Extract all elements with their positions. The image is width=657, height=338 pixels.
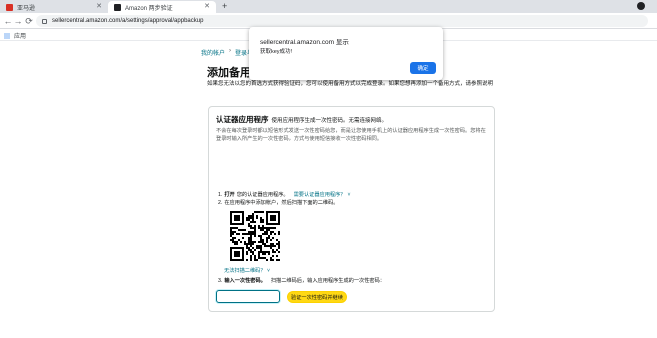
alert-message: 获取key成功! <box>260 49 293 55</box>
authenticator-card: 认证器应用程序 使用应用程序生成一次性密码。无需连接网络。 不会在每次登录时都以… <box>208 106 495 312</box>
alert-title: sellercentral.amazon.com 显示 <box>260 39 349 46</box>
step-bold: 输入一次性密码。 <box>224 278 266 284</box>
cant-scan-qr-link[interactable]: 无法扫描二维码？ ˅ <box>224 267 270 274</box>
tab-two-step-verification[interactable]: Amazon 两步验证 ✕ <box>108 1 216 13</box>
breadcrumb-my-account[interactable]: 我的帐户 <box>201 48 225 57</box>
step-number: 2. <box>218 199 223 206</box>
breadcrumb-separator: › <box>229 48 232 54</box>
tab-label: Amazon 两步验证 <box>125 5 173 12</box>
step-2: 2. 在应用程序中添加帐户，然后扫描下面的二维码。 <box>218 199 339 207</box>
lock-icon <box>42 18 47 24</box>
step-text: 您的认证器应用程序。 <box>236 192 289 198</box>
qr-code <box>230 211 280 261</box>
step-text: 在应用程序中添加帐户，然后扫描下面的二维码。 <box>224 200 339 206</box>
new-tab-button[interactable]: + <box>222 0 227 13</box>
authenticator-description: 不会在每次登录时都以短信形式发送一次性密码给您，而是让您使用手机上的认证器应用程… <box>216 128 486 142</box>
bookmark-apps-label: 应用 <box>14 34 27 40</box>
alert-ok-button[interactable]: 确定 <box>410 62 436 74</box>
close-tab-icon[interactable]: ✕ <box>96 2 102 10</box>
step-3: 3. 输入一次性密码。 扫描二维码后，输入应用程序生成的一次性密码： <box>218 277 385 285</box>
address-bar[interactable]: sellercentral.amazon.com/a/settings/appr… <box>36 15 648 27</box>
one-time-password-input[interactable] <box>216 290 280 303</box>
step-bold: 打开 <box>224 192 235 198</box>
step-number: 3. <box>218 277 223 284</box>
authenticator-subtitle: 使用应用程序生成一次性密码。无需连接网络。 <box>271 118 388 124</box>
verify-otp-button[interactable]: 验证一次性密码并继续 <box>287 291 347 303</box>
reload-icon[interactable]: ⟳ <box>23 14 35 28</box>
step-number: 1. <box>218 191 223 198</box>
need-authenticator-link[interactable]: 需要认证器应用程序？ <box>294 191 346 198</box>
authenticator-heading: 认证器应用程序 使用应用程序生成一次性密码。无需连接网络。 <box>216 114 387 125</box>
page-intro: 如果您无法以您的首选方式获得验证码，您可以使用备用方式以完成登录。如果您想再添加… <box>207 81 494 87</box>
chevron-down-icon: ˅ <box>266 268 270 274</box>
page-content: 我的帐户 › 登录与安全 添加备用验证 如果您无法以您的首选方式获得验证码，您可… <box>0 42 657 338</box>
apps-grid-icon <box>4 32 10 39</box>
cant-scan-label: 无法扫描二维码？ <box>224 268 266 274</box>
step-text: 扫描二维码后，输入应用程序生成的一次性密码： <box>270 278 385 284</box>
close-tab-icon[interactable]: ✕ <box>204 2 210 10</box>
authenticator-title: 认证器应用程序 <box>216 115 269 124</box>
tab-amazon[interactable]: 亚马逊 ✕ <box>0 1 108 13</box>
profile-icon[interactable] <box>637 2 645 10</box>
tab-label: 亚马逊 <box>17 5 36 12</box>
browser-tab-strip: 亚马逊 ✕ Amazon 两步验证 ✕ + <box>0 0 657 13</box>
alert-dialog: sellercentral.amazon.com 显示 获取key成功! 确定 <box>249 27 443 80</box>
chevron-down-icon[interactable]: ˅ <box>348 192 351 198</box>
amazon-favicon-icon <box>6 3 13 11</box>
bookmark-apps[interactable]: 应用 <box>4 31 26 40</box>
url-text: sellercentral.amazon.com/a/settings/appr… <box>52 18 204 24</box>
amazon-favicon-icon <box>114 3 121 11</box>
step-1: 1. 打开 您的认证器应用程序。 需要认证器应用程序？ ˅ <box>218 191 351 199</box>
